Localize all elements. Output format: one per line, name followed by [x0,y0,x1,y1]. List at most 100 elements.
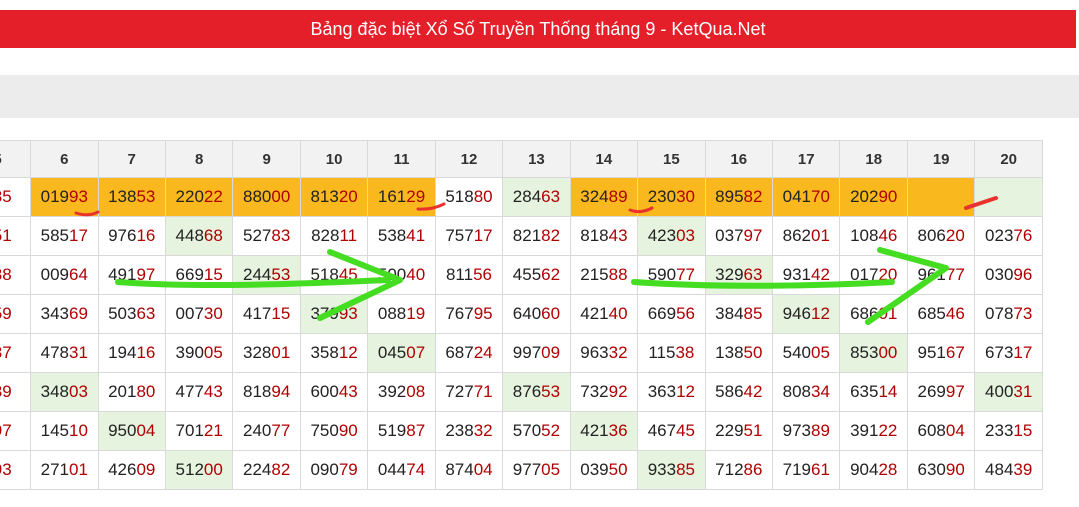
result-cell[interactable]: 90428 [839,450,908,490]
result-cell[interactable]: 22951 [704,411,774,451]
result-cell[interactable]: 76795 [434,294,504,334]
result-cell[interactable]: 00964 [30,255,99,295]
result-cell[interactable]: 82182 [502,216,571,256]
result-cell[interactable]: 34369 [30,294,99,334]
result-cell[interactable]: 67317 [974,333,1043,373]
result-cell[interactable]: 73292 [569,372,639,412]
result-cell[interactable]: 00730 [164,294,234,334]
result-cell[interactable]: 70121 [164,411,234,451]
result-cell[interactable]: 38485 [704,294,774,334]
result-cell[interactable]: 51987 [367,411,436,451]
result-cell[interactable]: 42140 [569,294,639,334]
result-cell[interactable]: 66956 [637,294,706,334]
result-cell[interactable]: 04507 [367,333,436,373]
result-cell[interactable]: 23030 [637,177,706,217]
result-cell[interactable]: 27101 [30,450,99,490]
result-cell[interactable]: 22022 [164,177,234,217]
result-cell[interactable]: 35812 [299,333,369,373]
result-cell[interactable]: 059 [0,294,32,334]
result-cell[interactable]: 53841 [367,216,436,256]
result-cell[interactable]: 14510 [30,411,99,451]
result-cell[interactable]: 93142 [772,255,841,295]
result-cell[interactable]: 71961 [772,450,841,490]
result-cell[interactable]: 96332 [569,333,639,373]
result-cell[interactable]: 34803 [30,372,99,412]
result-cell[interactable]: 19416 [97,333,166,373]
result-cell[interactable]: 13850 [704,333,774,373]
result-cell[interactable]: 71286 [704,450,774,490]
result-cell[interactable]: 32801 [232,333,301,373]
result-cell[interactable]: 40031 [974,372,1043,412]
result-cell[interactable]: 20180 [97,372,166,412]
result-cell[interactable]: 08819 [367,294,436,334]
result-cell[interactable]: 80620 [906,216,976,256]
result-cell[interactable]: 97389 [772,411,841,451]
result-cell[interactable]: 96177 [906,255,976,295]
result-cell[interactable]: 60804 [906,411,976,451]
result-cell[interactable]: 51845 [299,255,369,295]
result-cell[interactable]: 085 [0,177,32,217]
result-cell[interactable]: 03950 [569,450,639,490]
result-cell[interactable]: 50363 [97,294,166,334]
result-cell[interactable]: 57052 [502,411,571,451]
result-cell[interactable]: 81320 [299,177,369,217]
result-cell[interactable]: 81156 [434,255,504,295]
result-cell[interactable]: 85300 [839,333,908,373]
result-cell[interactable]: 03096 [974,255,1043,295]
result-cell[interactable]: 02376 [974,216,1043,256]
result-cell[interactable]: 21588 [569,255,639,295]
result-cell[interactable]: 20290 [839,177,908,217]
result-cell[interactable]: 66915 [164,255,234,295]
result-cell[interactable]: 51880 [434,177,504,217]
result-cell[interactable]: 72771 [434,372,504,412]
result-cell[interactable]: 49197 [97,255,166,295]
result-cell[interactable]: 68724 [434,333,504,373]
search-strip[interactable] [0,75,1079,118]
result-cell[interactable]: 04170 [772,177,841,217]
result-cell[interactable]: 54005 [772,333,841,373]
result-cell[interactable]: 81843 [569,216,639,256]
result-cell[interactable] [974,177,1043,217]
result-cell[interactable]: 58642 [704,372,774,412]
result-cell[interactable]: 39122 [839,411,908,451]
result-cell[interactable]: 52783 [232,216,301,256]
result-cell[interactable]: 32963 [704,255,774,295]
result-cell[interactable]: 09079 [299,450,369,490]
result-cell[interactable]: 82811 [299,216,369,256]
result-cell[interactable]: 95004 [97,411,166,451]
result-cell[interactable]: 51200 [164,450,234,490]
result-cell[interactable]: 10846 [839,216,908,256]
result-cell[interactable]: 63090 [906,450,976,490]
result-cell[interactable]: 44868 [164,216,234,256]
result-cell[interactable]: 63514 [839,372,908,412]
result-cell[interactable] [906,177,976,217]
result-cell[interactable]: 81894 [232,372,301,412]
result-cell[interactable]: 94612 [772,294,841,334]
result-cell[interactable]: 32489 [569,177,639,217]
result-cell[interactable]: 051 [0,216,32,256]
result-cell[interactable]: 01720 [839,255,908,295]
result-cell[interactable]: 36312 [637,372,706,412]
result-cell[interactable]: 28463 [502,177,571,217]
result-cell[interactable]: 23315 [974,411,1043,451]
result-cell[interactable]: 997 [0,411,32,451]
result-cell[interactable]: 97705 [502,450,571,490]
result-cell[interactable]: 11538 [637,333,706,373]
result-cell[interactable]: 60043 [299,372,369,412]
result-cell[interactable]: 593 [0,450,32,490]
result-cell[interactable]: 42136 [569,411,639,451]
result-cell[interactable]: 88000 [232,177,301,217]
result-cell[interactable]: 01993 [30,177,99,217]
result-cell[interactable]: 04474 [367,450,436,490]
result-cell[interactable]: 75090 [299,411,369,451]
result-cell[interactable]: 24077 [232,411,301,451]
result-cell[interactable]: 16129 [367,177,436,217]
result-cell[interactable]: 47743 [164,372,234,412]
result-cell[interactable]: 187 [0,333,32,373]
result-cell[interactable]: 39208 [367,372,436,412]
result-cell[interactable]: 95167 [906,333,976,373]
result-cell[interactable]: 75717 [434,216,504,256]
result-cell[interactable]: 46745 [637,411,706,451]
result-cell[interactable]: 80834 [772,372,841,412]
result-cell[interactable]: 42303 [637,216,706,256]
